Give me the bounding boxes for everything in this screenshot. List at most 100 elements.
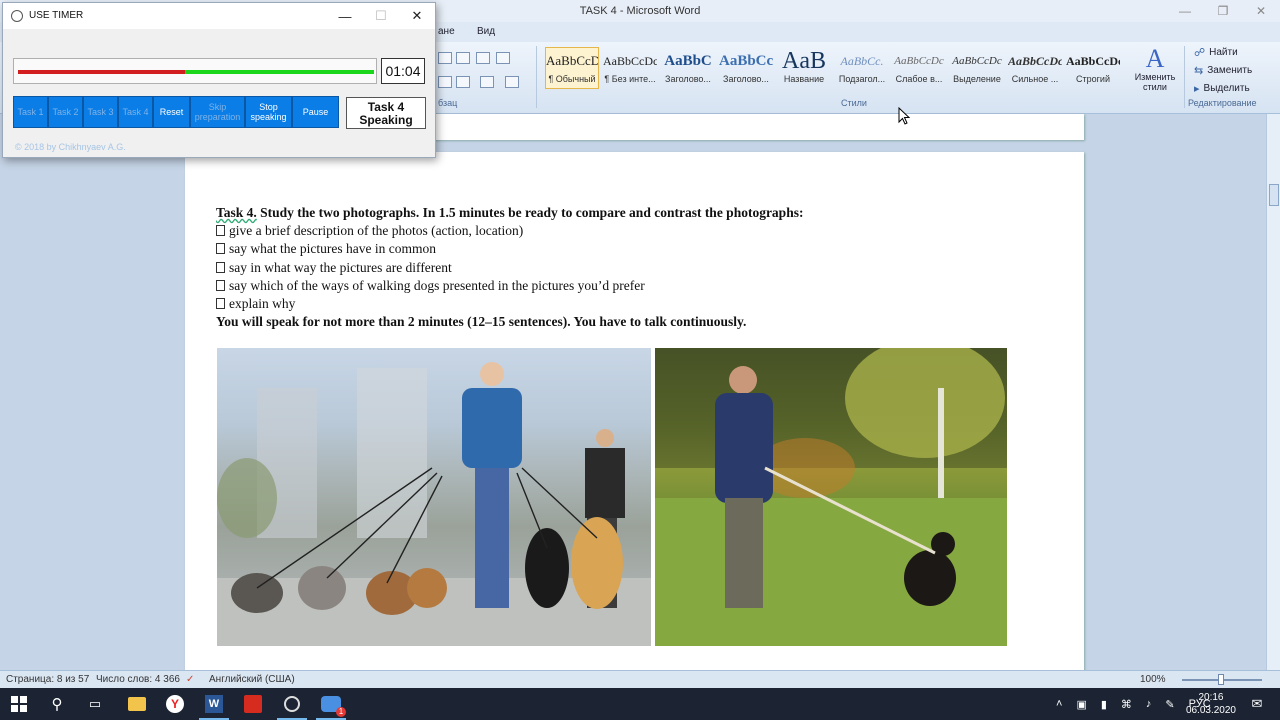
word-count[interactable]: Число слов: 4 366 <box>96 674 180 685</box>
justify-icon[interactable] <box>438 76 452 88</box>
bullet-item: give a brief description of the photos (… <box>216 222 803 240</box>
borders-icon[interactable] <box>505 76 519 88</box>
clock-date: 06.03.2020 <box>1185 705 1236 716</box>
style-6[interactable]: AaBbCc. Подзагол... <box>835 48 889 90</box>
taskbar-acrobat[interactable] <box>234 688 272 720</box>
task-view-icon: ▭ <box>88 696 102 711</box>
pen-icon[interactable]: ✎ <box>1165 698 1174 711</box>
replace-label: Заменить <box>1207 65 1253 76</box>
start-button[interactable] <box>0 688 38 720</box>
progress-track <box>18 70 374 74</box>
search-button[interactable]: ⚲ <box>38 688 76 720</box>
bullet-box-icon <box>216 298 225 310</box>
style-5[interactable]: AaB Название <box>777 48 831 90</box>
network-icon[interactable]: ▣ <box>1076 698 1086 711</box>
timer-button-task-2[interactable]: Task 2 <box>48 96 83 128</box>
timer-close-button[interactable]: ✕ <box>399 3 435 29</box>
action-center-icon: ✉ <box>1251 696 1263 711</box>
select-icon: ▸ <box>1194 83 1200 95</box>
timer-button-task-3[interactable]: Task 3 <box>83 96 118 128</box>
find-icon: ☍ <box>1194 47 1206 59</box>
timer-button-task-4[interactable]: Task 4 <box>118 96 153 128</box>
tab-view[interactable]: Вид <box>477 26 495 37</box>
status-bar: Страница: 8 из 57 Число слов: 4 366 ✓ Ан… <box>0 670 1280 688</box>
wifi-icon[interactable]: ⌘ <box>1121 698 1132 711</box>
change-styles-button[interactable]: A Изменить стили <box>1130 46 1180 93</box>
style-name: Строгий <box>1076 74 1110 84</box>
timer-button-task-1[interactable]: Task 1 <box>13 96 48 128</box>
vertical-scrollbar[interactable] <box>1266 114 1280 670</box>
timer-button-reset[interactable]: Reset <box>153 96 190 128</box>
task-heading: Task 4. Study the two photographs. In 1.… <box>216 204 803 222</box>
style-9[interactable]: AaBbCcDc Сильное ... <box>1008 48 1062 90</box>
bullet-box-icon <box>216 279 225 291</box>
zoom-level[interactable]: 100% <box>1140 674 1166 685</box>
style-2[interactable]: AaBbCcDc ¶ Без инте... <box>603 48 657 90</box>
task-heading-text: Study the two photographs. In 1.5 minute… <box>260 205 804 220</box>
shading-icon[interactable] <box>480 76 494 88</box>
show-marks-icon[interactable] <box>496 52 510 64</box>
proofing-icon[interactable]: ✓ <box>186 674 194 685</box>
maximize-button[interactable]: ❐ <box>1204 0 1242 22</box>
tray-expand-icon[interactable]: ˄ <box>1056 698 1062 710</box>
style-preview: AaBbCc <box>719 53 773 69</box>
tab-insert-partial[interactable]: ане <box>438 26 455 37</box>
style-7[interactable]: AaBbCcDc Слабое в... <box>892 48 946 90</box>
indent-decrease-icon[interactable] <box>438 52 452 64</box>
style-preview: AaBbCcDc <box>952 55 1002 67</box>
find-button[interactable]: ☍ Найти <box>1194 46 1238 59</box>
timer-buttons: Task 1 Task 2 Task 3 Task 4 Reset Skip prepar… <box>13 96 343 128</box>
close-button[interactable]: ✕ <box>1242 0 1280 22</box>
style-preview: AaBbC <box>664 53 712 69</box>
zoom-slider-thumb[interactable] <box>1218 674 1224 685</box>
style-10[interactable]: AaBbCcDc Строгий <box>1066 48 1120 90</box>
task-view-button[interactable]: ▭ <box>76 688 114 720</box>
timer-titlebar[interactable]: USE TIMER — ☐ ✕ <box>3 3 435 29</box>
scrollbar-thumb[interactable] <box>1269 184 1279 206</box>
minimize-button[interactable]: — <box>1166 0 1204 22</box>
style-4[interactable]: AaBbCc Заголово... <box>719 48 773 90</box>
search-icon: ⚲ <box>51 696 63 713</box>
replace-button[interactable]: ⇆ Заменить <box>1194 64 1252 77</box>
taskbar-word[interactable]: W <box>195 688 233 720</box>
replace-icon: ⇆ <box>1194 65 1204 77</box>
bullet-text: say in what way the pictures are differe… <box>229 259 452 275</box>
line-spacing-icon[interactable] <box>456 76 470 88</box>
document-page[interactable]: Task 4. Study the two photographs. In 1.… <box>185 152 1084 672</box>
style-name: ¶ Без инте... <box>604 74 656 84</box>
style-name: Название <box>783 74 825 84</box>
photo-dog-walker-many-dogs <box>217 348 651 646</box>
style-1[interactable]: AaBbCcDc ¶ Обычный <box>545 47 599 89</box>
bullet-text: say what the pictures have in common <box>229 241 436 257</box>
action-center-button[interactable]: ✉ <box>1238 688 1276 720</box>
timer-button-skip-preparation[interactable]: Skip preparation <box>190 96 245 128</box>
group-divider <box>536 46 537 108</box>
page-indicator[interactable]: Страница: 8 из 57 <box>6 674 89 685</box>
timer-button-stop-speaking[interactable]: Stop speaking <box>245 96 292 128</box>
task-heading-prefix: Task 4. <box>216 205 257 220</box>
style-3[interactable]: AaBbC Заголово... <box>661 48 715 90</box>
taskbar: ⚲ ▭ Y W 1 ˄ ▣ ▮ ⌘ ♪ ✎ РУС 20:16 06.03.20… <box>0 688 1280 720</box>
pdf-icon <box>244 695 262 713</box>
taskbar-yandex-browser[interactable]: Y <box>156 688 194 720</box>
volume-icon[interactable]: ♪ <box>1146 698 1152 710</box>
bullet-list: give a brief description of the photos (… <box>216 222 803 313</box>
notification-badge: 1 <box>336 707 346 717</box>
taskbar-explorer[interactable] <box>118 688 156 720</box>
find-label: Найти <box>1209 47 1238 58</box>
style-8[interactable]: AaBbCcDc Выделение <box>950 48 1004 90</box>
taskbar-timer[interactable] <box>273 688 311 720</box>
style-name: Сильное ... <box>1011 74 1059 84</box>
taskbar-clock[interactable]: 20:16 06.03.2020 <box>1186 691 1236 717</box>
select-button[interactable]: ▸ Выделить <box>1194 82 1250 95</box>
sort-icon[interactable] <box>476 52 490 64</box>
editing-group-label: Редактирование <box>1188 98 1257 108</box>
group-divider <box>1184 46 1185 108</box>
document-text[interactable]: Task 4. Study the two photographs. In 1.… <box>216 204 803 331</box>
taskbar-messenger[interactable]: 1 <box>312 688 350 720</box>
battery-icon[interactable]: ▮ <box>1101 698 1107 711</box>
language-indicator[interactable]: Английский (США) <box>209 674 295 685</box>
timer-button-pause[interactable]: Pause <box>292 96 339 128</box>
timer-minimize-button[interactable]: — <box>327 3 363 29</box>
indent-increase-icon[interactable] <box>456 52 470 64</box>
